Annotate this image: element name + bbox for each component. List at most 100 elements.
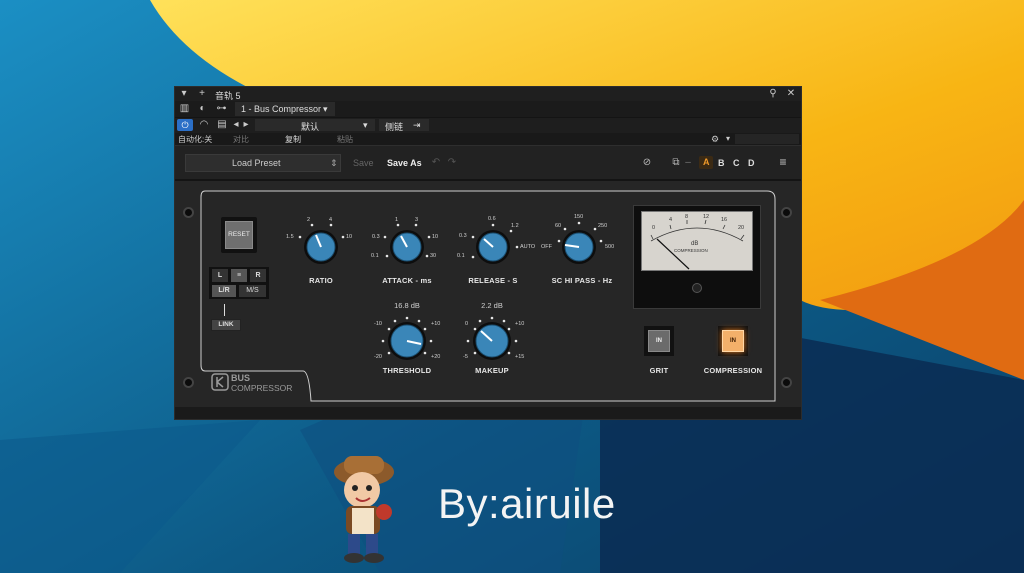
host-preset-label: 默认: [301, 122, 320, 132]
release-tick: 0.6: [488, 216, 496, 222]
sidechain-button[interactable]: 侧链 ⇥: [379, 119, 429, 132]
ratio-knob[interactable]: [304, 230, 338, 264]
attack-tick: 1: [395, 217, 399, 223]
release-tick: 1.2: [511, 223, 519, 229]
release-tick: 0.3: [459, 233, 467, 239]
sidechain-input-icon: ⇥: [413, 120, 421, 130]
chevron-down-icon[interactable]: ▾: [723, 133, 733, 145]
makeup-tick: -5: [463, 354, 468, 360]
ratio-tick: 2: [307, 217, 311, 223]
copy-icon[interactable]: ⧉: [671, 157, 681, 169]
schp-tick: 60: [555, 223, 562, 229]
pin-icon[interactable]: ⚲: [767, 88, 779, 100]
copy-button[interactable]: 复制: [285, 134, 301, 145]
host-controls: ⏻ ◠ ▤ ◂ ▸ 默认 ▾ 侧链 ⇥: [175, 118, 801, 133]
undo-icon[interactable]: ↶: [431, 157, 441, 169]
makeup-label: MAKEUP: [475, 366, 509, 375]
ratio-tick: 4: [329, 217, 333, 223]
meter-scale-label: 12: [703, 214, 710, 220]
slot-b-button[interactable]: B: [718, 158, 725, 168]
makeup-tick: +15: [515, 354, 525, 360]
prev-preset-icon[interactable]: ◂: [231, 119, 241, 131]
host-subcontrols: 自动化:关 对比 复制 粘贴 ⚙ ▾: [175, 133, 801, 145]
slot-d-button[interactable]: D: [748, 158, 755, 168]
threshold-tick: +10: [431, 321, 441, 327]
compressor-panel: RESET L ≡ R L/R M/S LINK BUS COMPRESSOR: [175, 181, 801, 407]
schp-tick: 500: [605, 244, 615, 250]
menu-icon[interactable]: ≡: [777, 156, 789, 168]
attack-tick: 10: [432, 234, 439, 240]
auto-icon[interactable]: ◠: [197, 119, 211, 131]
host-preset-select[interactable]: 默认 ▾: [255, 119, 375, 132]
attack-knob[interactable]: [390, 230, 424, 264]
slot-a-button[interactable]: A: [699, 156, 713, 169]
automation-label[interactable]: 自动化:关: [178, 134, 212, 145]
ratio-tick: 10: [346, 234, 353, 240]
close-icon[interactable]: ✕: [785, 88, 797, 100]
attack-label: ATTACK - ms: [382, 276, 432, 285]
threshold-tick: -10: [374, 321, 382, 327]
schp-tick: 150: [574, 214, 584, 220]
meter-scale-label: 16: [721, 217, 728, 223]
release-knob[interactable]: [476, 230, 510, 264]
threshold-tick: +20: [431, 354, 441, 360]
load-preset-dropdown[interactable]: Load Preset ⇕: [185, 154, 341, 172]
plugin-slot-label: 1 - Bus Compressor: [241, 104, 322, 114]
compression-label: COMPRESSION: [703, 366, 763, 375]
attack-tick: 0.1: [371, 253, 379, 259]
schp-tick: 250: [598, 223, 608, 229]
makeup-value: 2.2 dB: [481, 301, 503, 310]
threshold-tick: -20: [374, 354, 382, 360]
add-icon[interactable]: +: [197, 88, 207, 100]
release-tick: 0.1: [457, 253, 465, 259]
sc-hi-pass-knob[interactable]: [562, 230, 596, 264]
link-icon[interactable]: ⊘: [640, 157, 654, 169]
save-as-button[interactable]: Save As: [387, 158, 422, 168]
collapse-arrow-icon[interactable]: ▾: [179, 88, 189, 100]
author-credit: By:airuile: [438, 480, 616, 527]
attack-tick: 0.3: [372, 234, 380, 240]
paste-button[interactable]: 粘贴: [337, 134, 353, 145]
routing-icon[interactable]: ⊶: [215, 103, 228, 115]
schp-tick: OFF: [541, 244, 552, 250]
plugin-slot-select[interactable]: 1 - Bus Compressor ▾: [235, 102, 335, 116]
gear-icon[interactable]: ⚙: [709, 133, 721, 145]
makeup-tick: 0: [465, 321, 469, 327]
threshold-value: 16.8 dB: [394, 301, 420, 310]
sc-hi-pass-label: SC HI PASS - Hz: [551, 276, 613, 285]
meter-scale-label: 0: [652, 225, 656, 231]
release-tick: AUTO: [520, 244, 536, 250]
makeup-knob[interactable]: [473, 322, 511, 360]
preset-bar: Load Preset ⇕ Save Save As ↶ ↷ ⊘ ⧉ – A B…: [175, 145, 801, 179]
attack-tick: 30: [430, 253, 437, 259]
load-preset-label: Load Preset: [232, 158, 281, 168]
updown-icon: ⇕: [330, 158, 338, 168]
redo-icon[interactable]: ↷: [447, 157, 457, 169]
release-label: RELEASE - S: [468, 276, 518, 285]
dial-icon[interactable]: ◐: [197, 103, 208, 115]
meter-unit: dB: [691, 241, 699, 247]
compare-button[interactable]: 对比: [233, 134, 249, 145]
chevron-down-icon: ▾: [363, 120, 368, 130]
threshold-knob[interactable]: [388, 322, 426, 360]
ratio-label: RATIO: [309, 276, 333, 285]
compression-in-button[interactable]: IN: [722, 330, 744, 352]
plugin-window: ▾ + 音轨 5 ⚲ ✕ ▥ ◐ ⊶ 1 - Bus Compressor ▾ …: [174, 86, 802, 420]
meter-zero-screw-icon[interactable]: [692, 283, 702, 293]
attack-tick: 3: [415, 217, 419, 223]
plugin-tabs: ▥ ◐ ⊶ 1 - Bus Compressor ▾: [175, 101, 801, 117]
save-button[interactable]: Save: [353, 158, 374, 168]
power-icon[interactable]: ⏻: [177, 119, 193, 131]
file-icon[interactable]: ▤: [217, 119, 227, 131]
ratio-tick: 1.5: [286, 234, 294, 240]
window-titlebar: ▾ + 音轨 5 ⚲ ✕: [175, 87, 801, 101]
bars-icon[interactable]: ▥: [179, 103, 190, 115]
arrow-icon: –: [685, 157, 691, 168]
slot-c-button[interactable]: C: [733, 158, 740, 168]
next-preset-icon[interactable]: ▸: [241, 119, 251, 131]
meter-scale-label: 4: [669, 217, 673, 223]
chevron-down-icon: ▾: [323, 104, 328, 114]
grit-in-button[interactable]: IN: [648, 330, 670, 352]
window-footer: [175, 407, 801, 419]
host-search-field[interactable]: [735, 134, 799, 144]
